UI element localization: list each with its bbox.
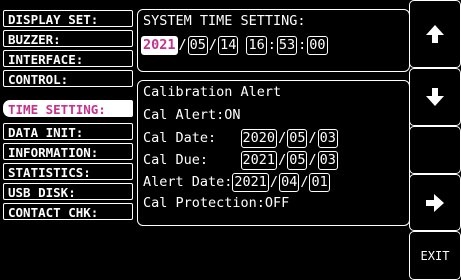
second-field[interactable]: 00: [307, 36, 328, 55]
alert-date-day[interactable]: 01: [309, 173, 330, 192]
time-separator: :: [267, 37, 276, 53]
date-separator: /: [278, 152, 287, 168]
menu-item-statistics[interactable]: STATISTICS:: [3, 163, 133, 180]
softkey-column: EXIT: [409, 0, 461, 280]
date-separator: /: [300, 174, 309, 190]
menu-item-display-set[interactable]: DISPLAY SET:: [3, 10, 133, 27]
cal-date-day[interactable]: 03: [317, 129, 338, 148]
alert-date-month[interactable]: 04: [279, 173, 300, 192]
exit-label: EXIT: [420, 248, 450, 263]
up-button[interactable]: [409, 0, 461, 68]
right-button[interactable]: [409, 174, 461, 231]
menu-item-usb-disk[interactable]: USB DISK:: [3, 183, 133, 200]
system-time-panel: SYSTEM TIME SETTING: 2021/05/14 16:53:00: [137, 9, 410, 72]
arrow-right-icon: [426, 193, 444, 212]
down-button[interactable]: [409, 68, 461, 126]
arrow-down-icon: [426, 88, 444, 106]
time-separator: :: [298, 37, 307, 53]
cal-protection-value[interactable]: OFF: [265, 195, 289, 211]
cal-date-label: Cal Date:: [143, 130, 217, 146]
date-separator: /: [178, 37, 187, 53]
menu-item-control[interactable]: CONTROL:: [3, 70, 133, 87]
system-time-title: SYSTEM TIME SETTING:: [143, 13, 306, 29]
system-time-fields: 2021/05/14 16:53:00: [141, 36, 328, 55]
menu-item-data-init[interactable]: DATA INIT:: [3, 123, 133, 140]
date-separator: /: [278, 130, 287, 146]
menu-item-time-setting[interactable]: TIME SETTING:: [3, 100, 133, 117]
cal-alert-label: Cal Alert:: [143, 107, 225, 123]
cal-alert-row: Cal Alert:ON: [143, 107, 241, 123]
cal-due-label: Cal Due:: [143, 152, 209, 168]
cal-alert-value[interactable]: ON: [224, 107, 240, 123]
exit-button[interactable]: EXIT: [409, 231, 461, 280]
date-separator: /: [308, 152, 317, 168]
menu-item-interface[interactable]: INTERFACE:: [3, 50, 133, 67]
date-separator: /: [208, 37, 218, 53]
blank-softkey[interactable]: [409, 126, 461, 174]
alert-date-row: Alert Date: 2021/04/01: [143, 173, 330, 192]
minute-field[interactable]: 53: [276, 36, 298, 55]
cal-date-year[interactable]: 2020: [240, 129, 278, 148]
cal-protection-row: Cal Protection:OFF: [143, 195, 289, 211]
menu-item-information[interactable]: INFORMATION:: [3, 143, 133, 160]
cal-due-row: Cal Due: 2021/05/03: [143, 151, 338, 170]
year-field[interactable]: 2021: [141, 36, 178, 55]
alert-date-year[interactable]: 2021: [232, 173, 269, 192]
cal-due-year[interactable]: 2021: [240, 151, 278, 170]
menu-item-buzzer[interactable]: BUZZER:: [3, 30, 133, 47]
cal-due-month[interactable]: 05: [287, 151, 308, 170]
menu-item-contact-chk[interactable]: CONTACT CHK:: [3, 203, 133, 220]
cal-due-day[interactable]: 03: [317, 151, 338, 170]
date-separator: /: [269, 174, 279, 190]
cal-protection-label: Cal Protection:: [143, 195, 265, 211]
arrow-up-icon: [426, 25, 444, 43]
month-field[interactable]: 05: [187, 36, 208, 55]
calibration-title: Calibration Alert: [143, 84, 282, 100]
cal-date-month[interactable]: 05: [287, 129, 308, 148]
alert-date-label: Alert Date:: [143, 174, 233, 190]
day-field[interactable]: 14: [218, 36, 239, 55]
date-separator: /: [308, 130, 317, 146]
hour-field[interactable]: 16: [246, 36, 267, 55]
cal-date-row: Cal Date: 2020/05/03: [143, 129, 338, 148]
calibration-panel: Calibration Alert Cal Alert:ON Cal Date:…: [137, 80, 410, 226]
